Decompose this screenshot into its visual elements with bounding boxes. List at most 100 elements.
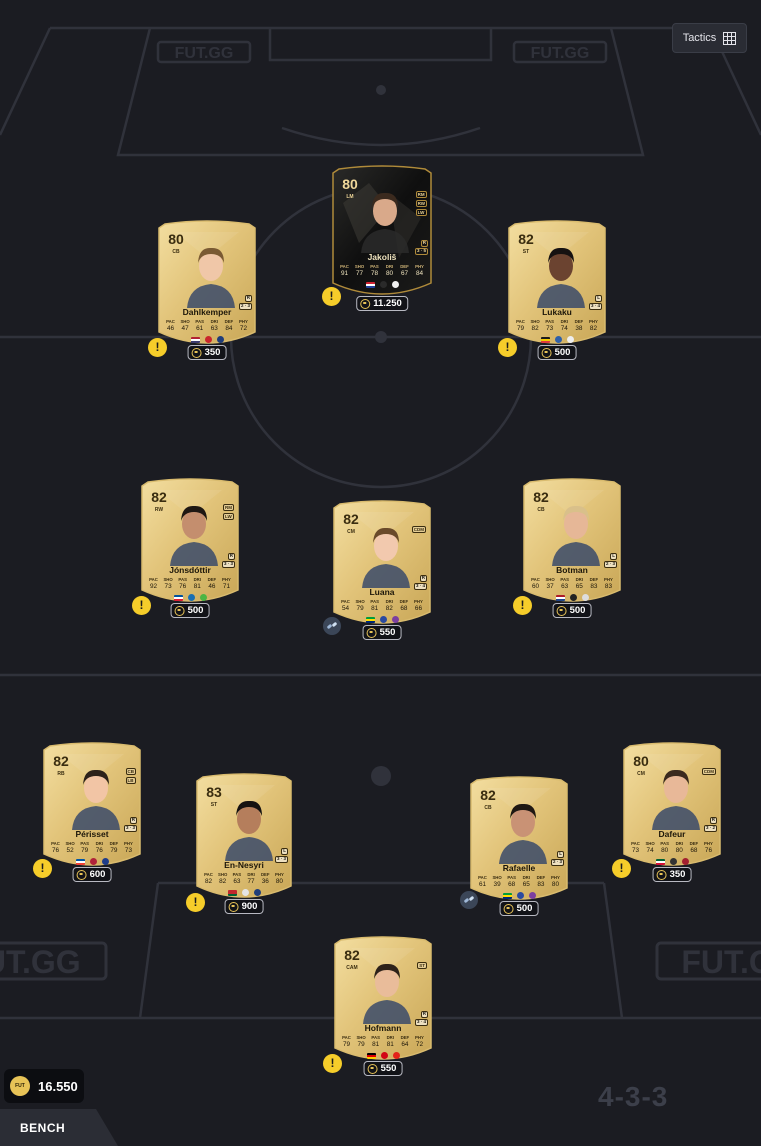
bench-tab[interactable]: BENCH — [0, 1109, 120, 1146]
stat-value: 36 — [261, 878, 269, 885]
stat-values: 92 73 76 81 46 71 — [147, 583, 233, 590]
league-badge-icon — [516, 892, 524, 899]
stat-label: PAS — [660, 841, 669, 846]
warning-icon[interactable]: ! — [322, 287, 341, 306]
player-card-jonsdottir[interactable]: 82 RW RM LW R 3 · 3 Jónsdóttir PAC SHO PAS DRI DEF P… — [138, 476, 242, 643]
tactics-button[interactable]: Tactics — [672, 23, 747, 53]
stat-label: DRI — [386, 1035, 394, 1040]
price-value: 600 — [89, 869, 106, 880]
nation-league-club — [330, 616, 434, 623]
price-tag: 350 — [652, 867, 692, 882]
stat-value: 79 — [81, 847, 89, 854]
player-portrait — [187, 247, 235, 308]
player-position: ST — [522, 249, 530, 255]
player-rating: 82 — [480, 787, 496, 803]
stat-label: SHO — [163, 577, 173, 582]
stat-label: PAS — [232, 872, 242, 877]
player-name: Hofmann — [364, 1023, 402, 1033]
stat-label: DEF — [207, 577, 217, 582]
stat-values: 61 39 68 65 83 80 — [476, 881, 562, 888]
stat-label: SHO — [65, 841, 75, 846]
stat-value: 83 — [604, 583, 613, 590]
alt-position-badge: LW — [223, 513, 234, 520]
stat-value: 72 — [239, 325, 248, 332]
stat-value: 73 — [164, 583, 172, 590]
stat-labels: PAC SHO PAS DRI DEF PHY — [476, 875, 562, 880]
player-position: RW — [154, 507, 164, 513]
stat-value: 37 — [546, 583, 554, 590]
chemistry-link-icon[interactable] — [323, 617, 341, 635]
player-portrait — [537, 247, 585, 308]
price-tag: 600 — [72, 867, 112, 882]
stat-values: 73 74 80 80 68 76 — [629, 847, 715, 854]
price-value: 900 — [241, 901, 258, 912]
player-card-dahlkemper[interactable]: 80 CB R 2 · 3 Dahlkemper PAC SHO PAS DRI DEF PHY 46… — [155, 218, 259, 385]
club-badge-icon — [216, 336, 224, 343]
stat-label: PAS — [80, 841, 89, 846]
warning-icon[interactable]: ! — [513, 596, 532, 615]
preferred-foot-badge: L — [281, 848, 288, 855]
stat-value: 65 — [575, 583, 583, 590]
player-card-en-nesyri[interactable]: 83 ST L 3 · 3 En-Nesyri PAC SHO PAS DRI DEF PHY 82 8… — [193, 771, 295, 939]
stat-label: DEF — [400, 264, 409, 269]
stat-label: PAC — [531, 577, 540, 582]
alt-positions: RM LW — [223, 504, 234, 520]
warning-icon[interactable]: ! — [148, 338, 167, 357]
player-card-jakolis[interactable]: 80 LM RM RW LW R 3 · 5 Jakoliš PAC SHO PAS DRI DEF PH… — [329, 163, 435, 336]
warning-icon[interactable]: ! — [323, 1054, 342, 1073]
price-value: 500 — [554, 347, 571, 358]
player-card-botman[interactable]: 82 CB L 2 · 3 Botman PAC SHO PAS DRI DEF PHY 60 37 63… — [520, 476, 624, 643]
stat-value: 80 — [385, 270, 394, 277]
stat-label: SHO — [180, 319, 190, 324]
nation-flag-icon — [655, 859, 665, 865]
warning-icon[interactable]: ! — [498, 338, 517, 357]
player-card-dafeur[interactable]: 80 CM CDM R 3 · 2 Dafeur PAC SHO PAS DRI DEF PHY 73 7… — [620, 740, 724, 907]
alt-position-badge: CB — [125, 768, 136, 775]
coin-icon — [656, 869, 667, 880]
warning-icon[interactable]: ! — [33, 859, 52, 878]
warning-icon[interactable]: ! — [186, 893, 205, 912]
stat-value: 39 — [493, 881, 501, 888]
club-badge-icon — [681, 858, 689, 865]
stat-label: PAS — [370, 264, 379, 269]
stat-label: PAC — [631, 841, 640, 846]
stat-value: 46 — [208, 583, 216, 590]
stat-label: DRI — [385, 264, 394, 269]
player-card-rafaelle[interactable]: 82 CB L 2 · 3 Rafaelle PAC SHO PAS DRI DEF PHY 61 39… — [467, 774, 571, 941]
stat-value: 81 — [372, 1041, 380, 1048]
league-badge-icon — [569, 594, 577, 601]
nation-league-club — [193, 889, 295, 896]
coin-icon — [367, 1063, 378, 1074]
price-tag: 900 — [224, 899, 264, 914]
stat-values: 82 82 63 77 36 80 — [202, 878, 286, 885]
stat-value: 73 — [631, 847, 640, 854]
nation-flag-icon — [540, 337, 550, 343]
stat-label: SHO — [645, 841, 655, 846]
player-card-luana[interactable]: 82 CM CDM R 3 · 4 Luana PAC SHO PAS DRI DEF PHY 54 79… — [330, 498, 434, 665]
stat-label: PAS — [178, 577, 187, 582]
warning-icon[interactable]: ! — [612, 859, 631, 878]
price-tag: 500 — [552, 603, 592, 618]
player-card-lukaku[interactable]: 82 ST L 3 · 4 Lukaku PAC SHO PAS DRI DEF PHY 79 82 73… — [505, 218, 609, 385]
stat-label: PHY — [124, 841, 133, 846]
chemistry-link-icon[interactable] — [460, 891, 478, 909]
league-badge-icon — [669, 858, 677, 865]
alt-positions: CDM — [411, 526, 426, 533]
player-card-perisset[interactable]: 82 RB CB LB R 3 · 3 Périsset PAC SHO PAS DRI DEF PHY… — [40, 740, 144, 907]
stat-value: 77 — [247, 878, 255, 885]
league-badge-icon — [379, 281, 387, 288]
stat-label: DEF — [224, 319, 234, 324]
watermark-text: FUT.GG — [681, 944, 761, 980]
warning-icon[interactable]: ! — [132, 596, 151, 615]
preferred-foot-badge: L — [595, 295, 602, 302]
watermark-top-left: FUT.GG — [156, 40, 252, 64]
player-rating: 80 — [633, 753, 649, 769]
nation-flag-icon — [173, 595, 183, 601]
stat-values: 91 77 78 80 67 84 — [338, 270, 426, 277]
player-position: CAM — [346, 965, 358, 971]
player-card-hofmann[interactable]: 82 CAM ST R 3 · 4 Hofmann PAC SHO PAS DRI DEF PHY 79… — [331, 934, 435, 1101]
stat-value: 76 — [179, 583, 187, 590]
price-tag: 500 — [170, 603, 210, 618]
coin-icon — [76, 869, 87, 880]
stat-value: 63 — [561, 583, 569, 590]
